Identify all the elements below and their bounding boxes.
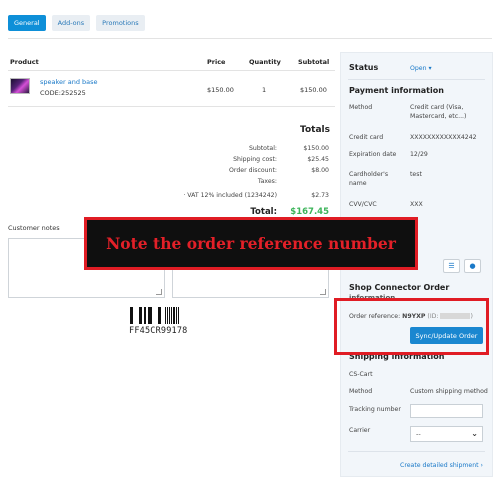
- order-reference-highlight: [334, 298, 489, 355]
- carrier-label: Carrier: [349, 427, 371, 434]
- customer-notes-label: Customer notes: [8, 224, 60, 232]
- table-header-divider: [8, 70, 335, 71]
- tab-add-ons[interactable]: Add-ons: [51, 15, 91, 31]
- header-quantity: Quantity: [249, 58, 281, 66]
- credit-card-value: XXXXXXXXXXXX4242: [410, 134, 477, 141]
- caret-down-icon: ▾: [428, 65, 432, 72]
- totals-discount-value: $8.00: [311, 167, 329, 174]
- payment-heading: Payment information: [349, 86, 444, 95]
- shipping-carrier-name: CS-Cart: [349, 371, 373, 378]
- carrier-select[interactable]: -- ⌄: [410, 426, 483, 442]
- credit-card-label: Credit card: [349, 134, 384, 141]
- resize-handle-icon[interactable]: [156, 289, 162, 295]
- instruction-banner: Note the order reference number: [84, 217, 418, 270]
- product-code: CODE:252525: [40, 89, 86, 97]
- barcode-image: [130, 307, 202, 324]
- barcode-bar: [178, 307, 181, 324]
- barcode-text: FF45CR99178: [129, 326, 188, 336]
- product-name-link[interactable]: speaker and base: [40, 78, 98, 86]
- tracking-number-input[interactable]: [410, 404, 483, 418]
- cardholder-label: Cardholder's name: [349, 171, 389, 188]
- tab-general[interactable]: General: [8, 15, 46, 31]
- totals-subtotal-value: $150.00: [303, 145, 329, 152]
- header-product: Product: [10, 58, 39, 66]
- cardholder-value: test: [410, 171, 422, 178]
- product-quantity: 1: [262, 86, 267, 94]
- totals-shipping-label: Shipping cost:: [233, 156, 277, 163]
- tracking-number-label: Tracking number: [349, 406, 401, 413]
- grand-total-label: Total:: [250, 207, 277, 217]
- totals-vat-label: · VAT 12% included (1234242): [183, 192, 277, 199]
- expiration-value: 12/29: [410, 151, 428, 158]
- status-dropdown[interactable]: Open ▾: [410, 64, 432, 73]
- table-row-divider: [8, 106, 335, 107]
- product-subtotal: $150.00: [300, 86, 327, 94]
- shipping-method-value: Custom shipping method: [410, 388, 488, 395]
- header-price: Price: [207, 58, 226, 66]
- user-icon[interactable]: ●: [464, 259, 481, 273]
- cvv-label: CVV/CVC: [349, 201, 377, 208]
- chevron-down-icon: ⌄: [471, 429, 478, 438]
- totals-title: Totals: [300, 125, 330, 135]
- totals-taxes-label: Taxes:: [257, 178, 277, 185]
- payment-method-label: Method: [349, 104, 373, 111]
- instruction-banner-text: Note the order reference number: [106, 234, 396, 253]
- shipping-divider: [348, 451, 485, 452]
- product-price: $150.00: [207, 86, 234, 94]
- list-icon[interactable]: ☰: [443, 259, 460, 273]
- product-thumbnail[interactable]: [10, 78, 30, 94]
- grand-total-value: $167.45: [290, 207, 329, 217]
- status-value: Open: [410, 65, 427, 72]
- tab-bar: General Add-ons Promotions: [8, 15, 145, 31]
- totals-discount-label: Order discount:: [229, 167, 277, 174]
- totals-subtotal-label: Subtotal:: [248, 145, 277, 152]
- header-subtotal: Subtotal: [298, 58, 330, 66]
- totals-shipping-value: $25.45: [307, 156, 329, 163]
- status-heading: Status: [349, 63, 379, 72]
- expiration-label: Expiration date: [349, 151, 397, 158]
- tabs-divider: [8, 38, 492, 39]
- create-detailed-shipment-link[interactable]: Create detailed shipment ›: [400, 462, 483, 469]
- shipping-method-label: Method: [349, 388, 373, 395]
- resize-handle-icon[interactable]: [320, 289, 326, 295]
- shop-connector-heading: Shop Connector Order: [349, 283, 450, 292]
- totals-vat-value: $2.73: [311, 192, 329, 199]
- payment-method-value: Credit card (Visa, Mastercard, etc...): [410, 104, 467, 121]
- status-divider: [348, 79, 485, 80]
- carrier-selected-value: --: [416, 430, 421, 438]
- tab-promotions[interactable]: Promotions: [96, 15, 145, 31]
- cvv-value: XXX: [410, 201, 423, 208]
